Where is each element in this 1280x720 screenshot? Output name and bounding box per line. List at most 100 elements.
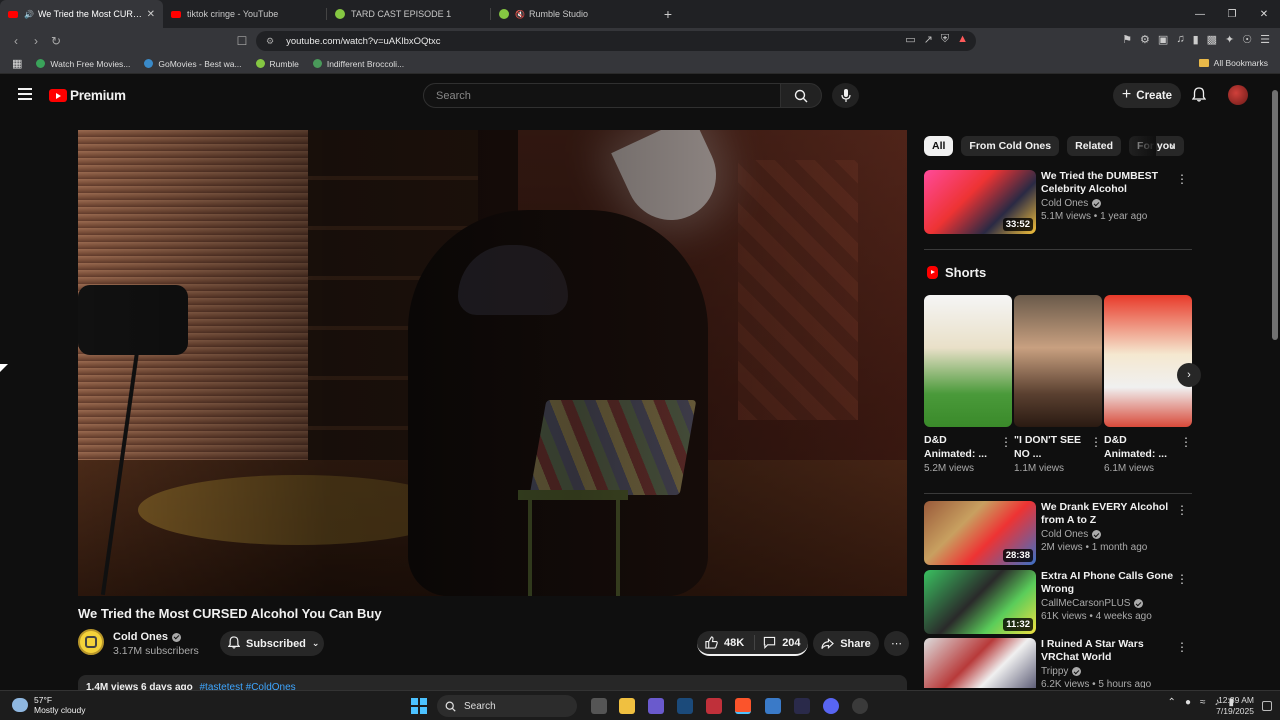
reload-icon[interactable]: ↻ xyxy=(46,34,66,48)
all-bookmarks-button[interactable]: All Bookmarks xyxy=(1198,58,1268,68)
scrollbar-thumb[interactable] xyxy=(1272,90,1278,340)
minimize-icon[interactable]: — xyxy=(1184,0,1216,28)
close-window-icon[interactable]: ✕ xyxy=(1248,0,1280,28)
puzzle-icon[interactable]: ⚙ xyxy=(1140,33,1150,46)
url-bar[interactable]: ⚙ youtube.com/watch?v=uAKlbxOQtxc ▭ ↗ ⛨ … xyxy=(256,31,976,51)
browser-tab[interactable]: 🔇 Rumble Studio xyxy=(491,0,654,28)
like-button[interactable]: 48K xyxy=(697,635,756,650)
recommended-video[interactable]: I Ruined A Star Wars VRChat World Trippy… xyxy=(924,638,1192,688)
restore-icon[interactable]: ❐ xyxy=(1216,0,1248,28)
more-vertical-icon[interactable]: ⋮ xyxy=(1176,503,1188,517)
account-avatar[interactable] xyxy=(1228,85,1248,105)
sidebar-icon[interactable]: ▮ xyxy=(1193,33,1199,46)
notification-center-icon[interactable] xyxy=(1262,701,1272,711)
short-thumbnail[interactable] xyxy=(1104,295,1192,427)
share-button[interactable]: Share xyxy=(813,631,879,656)
bookmark-item[interactable]: GoMovies - Best wa... xyxy=(144,59,242,69)
wifi-icon[interactable]: ≈ xyxy=(1200,697,1206,708)
chip-from-cold-ones[interactable]: From Cold Ones xyxy=(961,136,1060,156)
weather-widget[interactable]: 57°F Mostly cloudy xyxy=(12,695,86,715)
more-vertical-icon[interactable]: ⋮ xyxy=(1176,172,1188,186)
more-vertical-icon[interactable]: ⋮ xyxy=(1176,640,1188,654)
short-thumbnail[interactable] xyxy=(924,295,1012,427)
recommended-video-meta: 6.2K views • 5 hours ago xyxy=(1041,679,1152,688)
brave-rewards-icon[interactable]: ▲ xyxy=(957,33,968,46)
discord-icon[interactable] xyxy=(823,698,839,714)
taskbar-search[interactable]: Search xyxy=(437,695,577,717)
apps-grid-icon[interactable]: ▦ xyxy=(12,57,22,70)
obs-icon[interactable] xyxy=(852,698,868,714)
channel-avatar[interactable] xyxy=(78,629,104,655)
bookmark-item[interactable]: Indifferent Broccoli... xyxy=(312,59,404,69)
menu-icon[interactable]: ☰ xyxy=(1260,33,1270,46)
site-info-icon[interactable]: ⚙ xyxy=(266,36,274,47)
vpn-icon[interactable]: ☉ xyxy=(1242,33,1252,46)
wallet-icon[interactable]: ▩ xyxy=(1207,33,1217,46)
page-scrollbar[interactable] xyxy=(1270,76,1280,690)
video-player[interactable] xyxy=(78,130,907,596)
tab-close-icon[interactable]: ✕ xyxy=(147,9,155,20)
microphone-icon[interactable]: ● xyxy=(1185,697,1191,708)
new-tab-button[interactable]: + xyxy=(654,0,682,28)
file-explorer-icon[interactable] xyxy=(619,698,635,714)
antivirus-icon[interactable] xyxy=(706,698,722,714)
youtube-premium-logo[interactable]: Premium xyxy=(49,88,126,103)
voice-search-button[interactable] xyxy=(832,83,859,108)
system-clock[interactable]: 12:39 AM 7/19/2025 xyxy=(1216,695,1254,717)
channel-name-link[interactable]: Cold Ones xyxy=(113,631,182,643)
folder-icon xyxy=(1198,59,1209,67)
bookmark-item[interactable]: Rumble xyxy=(255,59,299,69)
cast-icon[interactable]: ▭ xyxy=(905,33,915,46)
more-vertical-icon[interactable]: ⋮ xyxy=(1000,435,1012,449)
recommended-video[interactable]: 33:52 We Tried the DUMBEST Celebrity Alc… xyxy=(924,170,1192,234)
notifications-button[interactable] xyxy=(1191,87,1207,107)
video-thumbnail[interactable]: 28:38 xyxy=(924,501,1036,565)
short-item[interactable]: D&D Animated: ... 6.1M views ⋮ xyxy=(1104,295,1192,474)
back-icon[interactable]: ‹ xyxy=(6,34,26,48)
more-actions-button[interactable]: ⋯ xyxy=(884,631,909,656)
more-vertical-icon[interactable]: ⋮ xyxy=(1176,572,1188,586)
browser-tab-active[interactable]: 🔊 We Tried the Most CURSED Al... ✕ xyxy=(0,0,163,28)
more-vertical-icon[interactable]: ⋮ xyxy=(1090,435,1102,449)
chevron-right-icon[interactable]: › xyxy=(1177,363,1201,387)
more-vertical-icon[interactable]: ⋮ xyxy=(1180,435,1192,449)
muted-icon[interactable]: 🔇 xyxy=(515,10,525,19)
recommended-video[interactable]: 28:38 We Drank EVERY Alcohol from A to Z… xyxy=(924,501,1192,565)
short-item[interactable]: D&D Animated: ... 5.2M views ⋮ xyxy=(924,295,1012,474)
short-thumbnail[interactable] xyxy=(1014,295,1102,427)
bookmark-item[interactable]: Watch Free Movies... xyxy=(36,59,130,69)
browser-tab[interactable]: tiktok cringe - YouTube xyxy=(163,0,326,28)
task-view-icon[interactable] xyxy=(591,698,607,714)
screenshot-icon[interactable]: ▣ xyxy=(1158,33,1168,46)
media-icon[interactable]: ♫ xyxy=(1176,33,1184,46)
video-thumbnail[interactable]: 33:52 xyxy=(924,170,1036,234)
chevron-right-icon[interactable]: › xyxy=(1170,139,1174,153)
short-item[interactable]: "I DON'T SEE NO ... 1.1M views ⋮ xyxy=(1014,295,1102,474)
bookmark-icon[interactable]: ☐ xyxy=(232,34,252,48)
chevron-up-icon[interactable]: ⌃ xyxy=(1168,697,1176,708)
app-icon[interactable] xyxy=(648,698,664,714)
video-thumbnail[interactable] xyxy=(924,638,1036,688)
speaker-icon[interactable]: 🔊 xyxy=(24,10,34,19)
chip-related[interactable]: Related xyxy=(1067,136,1122,156)
steam-icon[interactable] xyxy=(677,698,693,714)
guide-menu-icon[interactable] xyxy=(18,88,32,100)
search-input[interactable] xyxy=(424,84,780,107)
recommended-video[interactable]: 11:32 Extra AI Phone Calls Gone Wrong Ca… xyxy=(924,570,1192,634)
comments-button[interactable]: 204 xyxy=(755,636,808,649)
extension-icon[interactable]: ⚑ xyxy=(1122,33,1132,46)
photos-icon[interactable] xyxy=(765,698,781,714)
app-icon[interactable] xyxy=(794,698,810,714)
leo-ai-icon[interactable]: ✦ xyxy=(1225,33,1234,46)
chip-all[interactable]: All xyxy=(924,136,954,156)
forward-icon[interactable]: › xyxy=(26,34,46,48)
brave-browser-icon[interactable] xyxy=(735,698,751,714)
browser-tab[interactable]: TARD CAST EPISODE 1 xyxy=(327,0,490,28)
subscribed-button[interactable]: Subscribed ⌄ xyxy=(220,631,324,656)
video-thumbnail[interactable]: 11:32 xyxy=(924,570,1036,634)
windows-start-icon[interactable] xyxy=(411,698,427,714)
share-page-icon[interactable]: ↗ xyxy=(924,33,933,46)
create-button[interactable]: + Create xyxy=(1113,83,1181,108)
brave-shield-icon[interactable]: ⛨ xyxy=(941,33,949,46)
search-button[interactable] xyxy=(780,83,822,108)
